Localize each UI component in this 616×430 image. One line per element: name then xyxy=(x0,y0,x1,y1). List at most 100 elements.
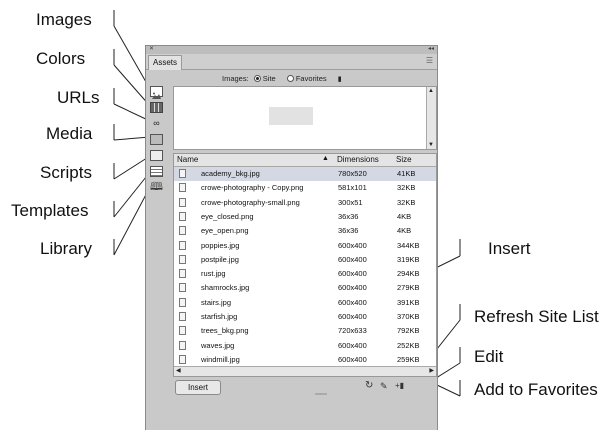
file-name: eye_closed.png xyxy=(201,211,254,221)
file-icon xyxy=(179,211,186,221)
file-name: stairs.jpg xyxy=(201,297,232,307)
file-row[interactable]: stairs.jpg 600x400 391KB xyxy=(174,296,436,310)
file-size: 259KB xyxy=(397,354,420,364)
file-size: 391KB xyxy=(397,297,420,307)
file-dimensions: 600x400 xyxy=(338,240,367,250)
horizontal-scrollbar[interactable]: ◀ ▶ xyxy=(174,366,436,376)
urls-icon[interactable]: ∞ xyxy=(150,118,163,129)
scroll-up-icon[interactable]: ▲ xyxy=(428,88,434,94)
refresh-site-list-icon[interactable]: ↻ xyxy=(365,380,373,392)
radio-favorites[interactable] xyxy=(286,75,294,82)
file-size: 319KB xyxy=(397,254,420,264)
image-preview: ▲ ▼ xyxy=(173,86,437,150)
scroll-left-icon[interactable]: ◀ xyxy=(176,367,181,374)
file-dimensions: 300x51 xyxy=(338,197,363,207)
images-icon[interactable] xyxy=(150,86,163,99)
file-dimensions: 780x520 xyxy=(338,169,367,178)
callout-edit: Edit xyxy=(474,347,504,366)
file-size: 252KB xyxy=(397,340,420,350)
panel-tab-row: Assets ☰ xyxy=(146,54,437,70)
sort-ascending-icon[interactable]: ▲ xyxy=(322,155,329,162)
file-icon xyxy=(179,312,186,321)
file-icon xyxy=(179,226,186,236)
scroll-right-icon[interactable]: ▶ xyxy=(429,367,434,374)
file-row[interactable]: postpile.jpg 600x400 319KB xyxy=(174,253,436,267)
images-source-selector: Images: Site Favorites ▮ xyxy=(222,74,342,83)
file-row[interactable]: shamrocks.jpg 600x400 279KB xyxy=(174,281,436,295)
file-size: 32KB xyxy=(397,197,416,207)
file-size: 792KB xyxy=(397,326,420,336)
file-size: 279KB xyxy=(397,283,420,293)
media-icon[interactable] xyxy=(150,134,163,145)
file-icon xyxy=(179,269,186,279)
file-name: windmill.jpg xyxy=(201,354,240,364)
scripts-icon[interactable] xyxy=(150,150,163,161)
column-name[interactable]: Name xyxy=(177,155,198,164)
file-icon xyxy=(179,197,186,207)
file-icon xyxy=(179,169,186,178)
radio-site[interactable] xyxy=(253,75,261,82)
file-size: 4KB xyxy=(397,226,412,236)
file-name: poppies.jpg xyxy=(201,240,240,250)
file-name: trees_bkg.png xyxy=(201,326,249,336)
callout-add-to-favorites: Add to Favorites xyxy=(474,380,598,399)
file-row[interactable]: academy_bkg.jpg 780x520 41KB xyxy=(174,167,436,181)
file-name: rust.jpg xyxy=(201,269,226,279)
file-name: crowe-photography - Copy.png xyxy=(201,183,304,193)
panel-menu-icon[interactable]: ☰ xyxy=(426,56,433,65)
file-row[interactable]: eye_open.png 36x36 4KB xyxy=(174,224,436,238)
file-name: postpile.jpg xyxy=(201,254,239,264)
file-size: 4KB xyxy=(397,211,412,221)
file-list-header: Name ▲ Dimensions Size xyxy=(174,154,436,167)
callout-colors: Colors xyxy=(36,49,86,68)
library-icon[interactable]: 🕮 xyxy=(150,182,163,193)
callout-scripts: Scripts xyxy=(40,163,92,182)
collapse-icon[interactable]: ✕ xyxy=(149,45,154,52)
file-icon xyxy=(179,340,186,350)
file-size: 370KB xyxy=(397,312,420,321)
callout-refresh-site-list: Refresh Site List xyxy=(474,307,599,326)
file-row[interactable]: crowe-photography-small.png 300x51 32KB xyxy=(174,196,436,210)
bookmark-icon: ▮ xyxy=(337,76,342,83)
insert-button[interactable]: Insert xyxy=(175,380,221,395)
file-icon xyxy=(179,183,186,193)
file-row[interactable]: rust.jpg 600x400 294KB xyxy=(174,267,436,281)
file-dimensions: 36x36 xyxy=(338,226,359,236)
file-row[interactable]: eye_closed.png 36x36 4KB xyxy=(174,210,436,224)
edit-icon[interactable]: ✎ xyxy=(380,380,388,392)
file-size: 32KB xyxy=(397,183,416,193)
file-dimensions: 600x400 xyxy=(338,340,367,350)
file-name: starfish.jpg xyxy=(201,312,238,321)
file-row[interactable]: crowe-photography - Copy.png 581x101 32KB xyxy=(174,181,436,195)
scroll-down-icon[interactable]: ▼ xyxy=(428,142,434,148)
file-row[interactable]: trees_bkg.png 720x633 792KB xyxy=(174,324,436,338)
file-row[interactable]: waves.jpg 600x400 252KB xyxy=(174,339,436,353)
file-size: 41KB xyxy=(397,169,416,178)
file-row[interactable]: poppies.jpg 600x400 344KB xyxy=(174,239,436,253)
file-icon xyxy=(179,254,186,264)
file-icon xyxy=(179,297,186,307)
tab-assets[interactable]: Assets xyxy=(148,55,183,70)
add-to-favorites-icon[interactable]: +▮ xyxy=(395,380,404,392)
callout-templates: Templates xyxy=(11,201,89,220)
callout-urls: URLs xyxy=(57,88,100,107)
resize-grip[interactable] xyxy=(315,393,327,395)
column-dimensions[interactable]: Dimensions xyxy=(337,155,379,164)
file-size: 344KB xyxy=(397,240,420,250)
images-label: Images: xyxy=(222,74,249,83)
file-row[interactable]: starfish.jpg 600x400 370KB xyxy=(174,310,436,324)
file-icon xyxy=(179,283,186,293)
file-icon xyxy=(179,240,186,250)
templates-icon[interactable] xyxy=(150,166,163,177)
file-dimensions: 720x633 xyxy=(338,326,367,336)
file-dimensions: 600x400 xyxy=(338,312,367,321)
colors-icon[interactable] xyxy=(150,102,163,113)
column-size[interactable]: Size xyxy=(396,155,412,164)
file-dimensions: 600x400 xyxy=(338,269,367,279)
preview-scrollbar[interactable]: ▲ ▼ xyxy=(426,87,436,149)
expand-icon[interactable]: ◂◂ xyxy=(428,45,434,52)
file-size: 294KB xyxy=(397,269,420,279)
file-row[interactable]: windmill.jpg 600x400 259KB xyxy=(174,353,436,367)
file-icon xyxy=(179,354,186,364)
preview-thumbnail xyxy=(269,107,313,125)
